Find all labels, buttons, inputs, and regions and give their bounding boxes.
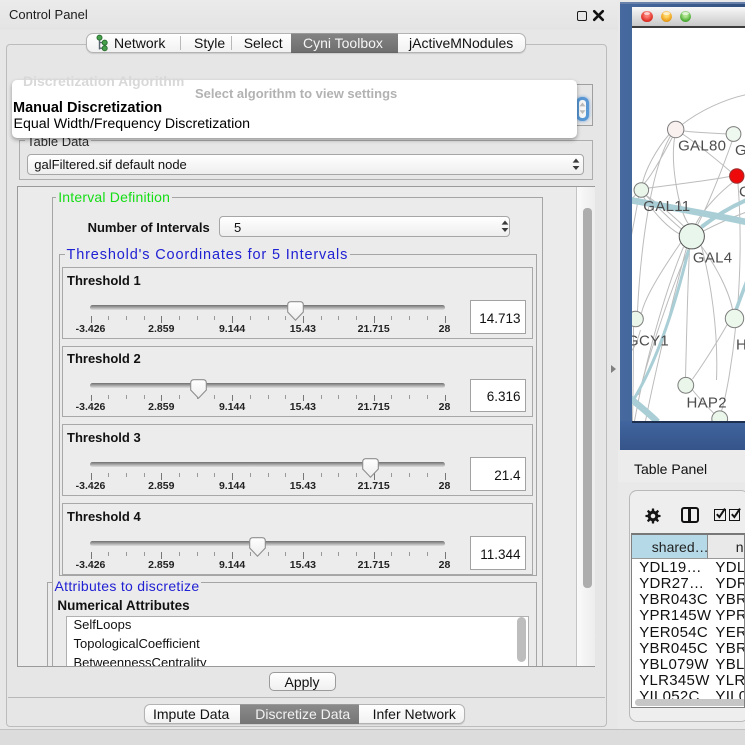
svg-text:GCY1: GCY1: [632, 333, 669, 350]
svg-text:GAL80: GAL80: [678, 138, 726, 155]
svg-text:HA: HA: [736, 337, 745, 354]
svg-text:GAL1: GAL1: [735, 142, 745, 159]
svg-text:HAP2: HAP2: [686, 395, 726, 412]
svg-text:GAL11: GAL11: [643, 198, 690, 215]
svg-text:CA: CA: [739, 184, 745, 201]
svg-text:GAL4: GAL4: [692, 250, 732, 267]
